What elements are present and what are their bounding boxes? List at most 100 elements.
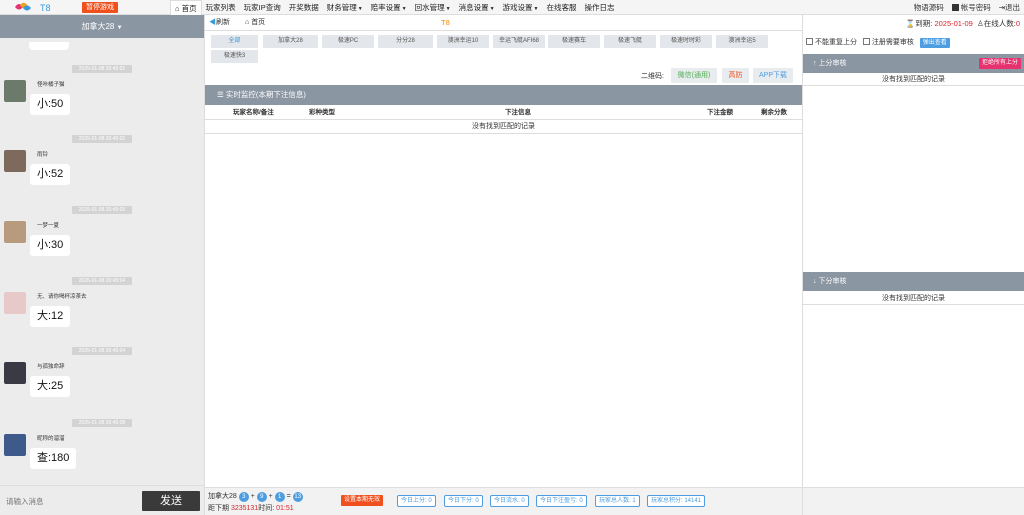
message-timestamp: 2025-01-08 20:45:04 bbox=[72, 277, 132, 285]
nav-player-list[interactable]: 玩家列表 bbox=[202, 0, 240, 15]
message-bubble-partial bbox=[29, 42, 69, 50]
col-remaining: 剩余分数 bbox=[761, 109, 787, 116]
result-ball: 3 bbox=[238, 492, 249, 502]
hourglass-icon: ⌛ bbox=[905, 19, 916, 28]
page-title: T8 bbox=[441, 18, 450, 27]
account-password-link[interactable]: 帐号密码 bbox=[951, 2, 991, 13]
logo-icon bbox=[15, 2, 31, 11]
message-username: 怪咔橘子猫 bbox=[37, 82, 65, 88]
chat-input-bar: 发送 bbox=[0, 485, 204, 515]
arrow-down-icon: ↓ bbox=[813, 278, 817, 285]
filter-option[interactable]: 分分28 bbox=[378, 35, 433, 48]
nav-player-ip[interactable]: 玩家IP查询 bbox=[240, 0, 285, 15]
caret-down-icon: ▼ bbox=[533, 6, 539, 12]
nav-operation-log[interactable]: 操作日志 bbox=[580, 0, 618, 15]
user-icon: ♙ bbox=[977, 19, 984, 28]
caret-down-icon: ▼ bbox=[116, 25, 123, 31]
filter-option[interactable]: 极速PC bbox=[322, 35, 374, 48]
message-bubble: 查:180 bbox=[30, 448, 77, 469]
chat-input[interactable] bbox=[6, 493, 136, 509]
message-username: 一梦一夏 bbox=[37, 223, 60, 229]
filter-option[interactable]: 加拿大28 bbox=[263, 35, 318, 48]
app-download-button[interactable]: APP下载 bbox=[753, 68, 793, 83]
chat-room-selector[interactable]: 加拿大28 ▼ bbox=[0, 15, 204, 38]
filter-all[interactable]: 全部 bbox=[211, 35, 258, 48]
monitor-header: ☰ 实时监控(本期下注信息) bbox=[205, 85, 802, 105]
message-timestamp: 2025-01-08 20:45:01 bbox=[72, 65, 132, 73]
qr-label: 二维码: bbox=[641, 73, 664, 80]
up-review-empty: 没有找到匹配的记录 bbox=[803, 73, 1024, 86]
stat-total-players: 玩家总人数: 1 bbox=[595, 495, 640, 507]
home-icon: ⌂ bbox=[245, 19, 250, 26]
expiry-info: ⌛到期: 2025-01-09 ♙在线人数:0 bbox=[905, 19, 1020, 28]
avatar[interactable] bbox=[4, 80, 26, 102]
nav-online-service[interactable]: 在线客服 bbox=[542, 0, 580, 15]
filter-option[interactable]: 澳洲幸运10 bbox=[437, 35, 489, 48]
popup-view-button[interactable]: 弹出查看 bbox=[919, 38, 950, 48]
tab-refresh[interactable]: ◀刷新 bbox=[209, 17, 230, 29]
caret-down-icon: ▼ bbox=[357, 6, 363, 12]
message-username: 与孤独命辞 bbox=[37, 364, 65, 370]
home-icon: ⌂ bbox=[175, 4, 180, 13]
down-review-header: ↓ 下分审核 bbox=[803, 272, 1024, 291]
stat-today-down: 今日下分: 0 bbox=[444, 495, 483, 507]
avatar[interactable] bbox=[4, 362, 26, 384]
message-timestamp: 2025-01-08 20:45:08 bbox=[72, 419, 132, 427]
reject-all-button[interactable]: 拒绝所有上分 bbox=[978, 58, 1021, 69]
col-bet-info: 下注信息 bbox=[505, 109, 531, 116]
col-lottery-type: 彩种类型 bbox=[309, 109, 335, 116]
filter-option[interactable]: 幸运飞艇AFI68 bbox=[493, 35, 545, 48]
message-timestamp: 2025-01-08 20:45:04 bbox=[72, 347, 132, 355]
countdown-time: 01:51 bbox=[276, 505, 294, 512]
message-username: 无、请你喝杯凉茶去 bbox=[37, 294, 87, 300]
qr-code-link[interactable]: 物语源码 bbox=[914, 2, 944, 13]
invalidate-round-button[interactable]: 设置本期无效 bbox=[341, 495, 384, 506]
top-right-menu: 物语源码 帐号密码 ⇥退出 bbox=[914, 0, 1020, 15]
issue-number: 3235131 bbox=[230, 505, 259, 512]
avatar[interactable] bbox=[4, 221, 26, 243]
last-result: 加拿大28 3 + 9 + 1 = 13 bbox=[208, 492, 303, 502]
chat-panel: 加拿大28 ▼ 2025-01-08 20:45:01 怪咔橘子猫 小:50 2025… bbox=[0, 15, 204, 515]
empty-row: 没有找到匹配的记录 bbox=[205, 120, 802, 134]
avatar[interactable] bbox=[4, 434, 26, 456]
filter-option[interactable]: 澳洲幸运5 bbox=[716, 35, 768, 48]
filter-option[interactable]: 极速快3 bbox=[211, 50, 258, 63]
arrow-up-icon: ↑ bbox=[813, 60, 817, 67]
main-nav: ⌂ 首页 玩家列表 玩家IP查询 开奖数据 财务管理▼ 赔率设置▼ 回水管理▼ … bbox=[170, 0, 618, 15]
nav-odds[interactable]: 赔率设置▼ bbox=[367, 0, 411, 15]
message-bubble: 小:50 bbox=[30, 94, 71, 115]
nav-lottery-data[interactable]: 开奖数据 bbox=[285, 0, 323, 15]
pause-game-button[interactable]: 暂停游戏 bbox=[82, 2, 118, 13]
top-bar: T8 暂停游戏 ⌂ 首页 玩家列表 玩家IP查询 开奖数据 财务管理▼ 赔率设置… bbox=[0, 0, 1024, 15]
filter-option[interactable]: 极速飞艇 bbox=[604, 35, 656, 48]
tab-home[interactable]: ⌂ 首页 bbox=[245, 17, 265, 29]
caret-down-icon: ▼ bbox=[445, 6, 451, 12]
stat-today-up: 今日上分: 0 bbox=[397, 495, 436, 507]
register-review-checkbox[interactable]: 注册需要审核 bbox=[862, 38, 914, 46]
message-timestamp: 2025-01-08 20:45:03 bbox=[72, 206, 132, 214]
nav-finance[interactable]: 财务管理▼ bbox=[323, 0, 367, 15]
nav-game-settings[interactable]: 游戏设置▼ bbox=[499, 0, 543, 15]
col-bet-amount: 下注金额 bbox=[707, 109, 733, 116]
right-footer bbox=[803, 487, 1024, 515]
qr-wechat-button[interactable]: 微信(通用) bbox=[671, 68, 717, 83]
caret-down-icon: ▼ bbox=[401, 6, 407, 12]
avatar[interactable] bbox=[4, 292, 26, 314]
logout-link[interactable]: ⇥退出 bbox=[999, 2, 1020, 13]
message-bubble: 大:12 bbox=[30, 306, 71, 327]
down-review-empty: 没有找到匹配的记录 bbox=[803, 292, 1024, 305]
chat-messages[interactable]: 2025-01-08 20:45:01 怪咔橘子猫小:50 2025-01-08 2… bbox=[0, 38, 204, 500]
avatar[interactable] bbox=[4, 150, 26, 172]
result-ball: 9 bbox=[256, 492, 267, 502]
nav-rebate[interactable]: 回水管理▼ bbox=[411, 0, 455, 15]
filter-option[interactable]: 极速时时彩 bbox=[660, 35, 712, 48]
message-bubble: 小:30 bbox=[30, 235, 71, 256]
nav-home[interactable]: ⌂ 首页 bbox=[170, 0, 202, 15]
qr-highdefense-button[interactable]: 高防 bbox=[722, 68, 749, 83]
no-repeat-checkbox[interactable]: 不能重复上分 bbox=[806, 38, 857, 46]
nav-message-settings[interactable]: 消息设置▼ bbox=[455, 0, 499, 15]
brand-name: T8 bbox=[40, 3, 51, 13]
bet-table: 玩家名称/备注 彩种类型 下注信息 下注金额 剩余分数 没有找到匹配的记录 bbox=[205, 106, 802, 134]
send-button[interactable]: 发送 bbox=[142, 491, 200, 511]
filter-option[interactable]: 极速赛车 bbox=[548, 35, 600, 48]
